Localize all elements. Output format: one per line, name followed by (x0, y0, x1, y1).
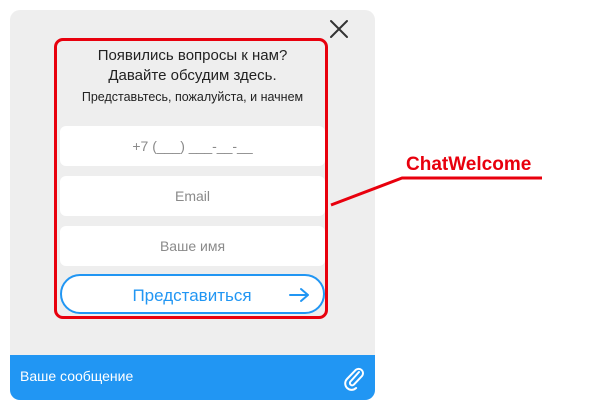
introduce-button[interactable]: Представиться (60, 274, 325, 314)
name-field[interactable] (60, 226, 325, 266)
arrow-right-icon (289, 288, 309, 302)
close-button[interactable] (327, 17, 351, 41)
stage: Появились вопросы к нам? Давайте обсудим… (0, 0, 600, 410)
close-icon (330, 20, 348, 38)
welcome-subtitle: Представьтесь, пожалуйста, и начнем (81, 90, 304, 104)
introduce-button-label: Представиться (132, 286, 252, 305)
message-input[interactable]: Ваше сообщение (20, 368, 133, 384)
paperclip-icon[interactable] (342, 365, 366, 391)
welcome-heading-line1: Появились вопросы к нам? (97, 47, 288, 64)
message-composer[interactable]: Ваше сообщение (10, 355, 375, 400)
phone-field[interactable] (60, 126, 325, 166)
email-field[interactable] (60, 176, 325, 216)
welcome-heading-line2: Давайте обсудим здесь. (108, 67, 277, 84)
callout-label: ChatWelcome (406, 154, 532, 175)
